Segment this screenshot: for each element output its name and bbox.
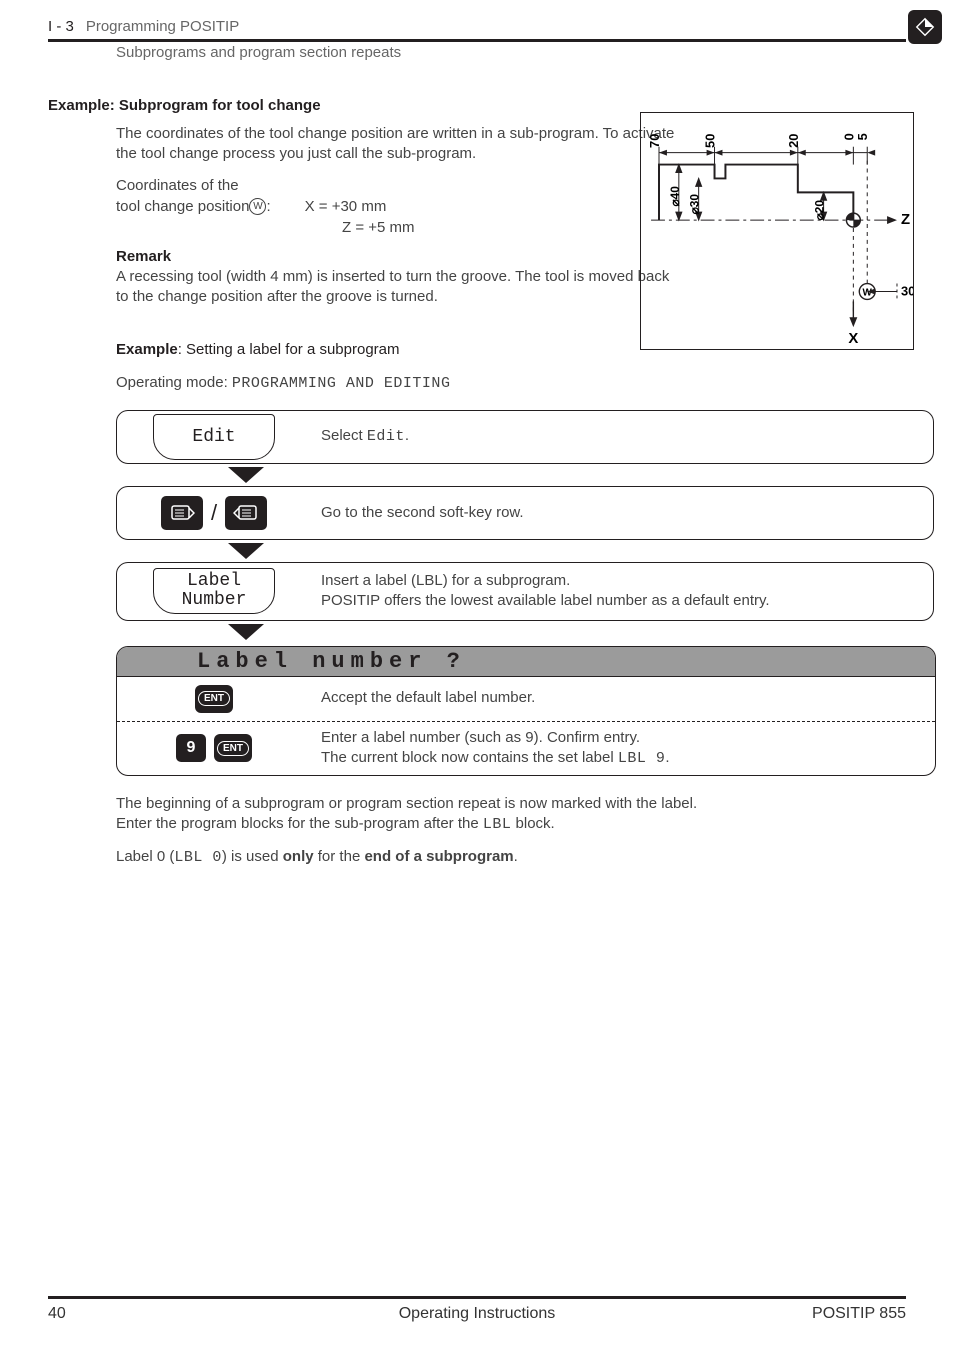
step-row-label: Label Number Insert a label (LBL) for a … [116,562,934,621]
after1-mono: LBL [483,816,512,833]
step-page-desc: Go to the second soft-key row. [311,495,933,531]
flow-arrow-icon [228,543,264,559]
after1-a: The beginning of a subprogram or program… [116,795,697,832]
prompt-panel: Label number ? ENT Accept the default la… [116,646,936,777]
after2-mono: LBL 0 [174,849,222,866]
svg-text:5: 5 [855,133,870,140]
page-flip-icon [908,10,942,44]
header-rule [48,39,906,42]
svg-text:20: 20 [786,134,801,148]
svg-text:30: 30 [901,283,913,298]
page-left-key[interactable] [161,496,203,530]
after2-b: ) is used [222,848,283,865]
footer-page-number: 40 [48,1305,66,1323]
prompt-row-alt: 9 ENT Enter a label number (such as 9). … [117,721,935,776]
step-row-page: / Go to the second soft-key row. [116,486,934,540]
coords-x: X = +30 mm [305,196,387,217]
edit-desc-pre: Select [321,427,367,444]
label-desc-l1: Insert a label (LBL) for a subprogram. [321,571,913,591]
coords-z: Z = +5 mm [342,219,415,236]
softkey-edit[interactable]: Edit [153,414,275,460]
softkey-label-l1: Label [187,572,241,591]
row2-l2-pre: The current block now contains the set l… [321,749,618,766]
after2-c: for the [314,848,365,865]
footer-rule [48,1296,906,1299]
page-right-key[interactable] [225,496,267,530]
svg-text:⌀40: ⌀40 [668,186,682,207]
technical-diagram: 70 50 20 0 5 [640,112,914,350]
svg-text:⌀20: ⌀20 [813,200,827,221]
edit-desc-post: . [405,427,409,444]
edit-desc-mono: Edit [367,428,405,445]
header-subtitle: Subprograms and program section repeats [116,44,906,61]
softkey-label-l2: Number [182,591,247,610]
w-circle-icon: W [249,198,266,215]
softkey-label-number[interactable]: Label Number [153,568,275,614]
after1-b: block. [511,815,554,832]
step-row-edit: Edit Select Edit. [116,410,934,464]
flow-arrow-icon [228,467,264,483]
example2-rest: : Setting a label for a subprogram [178,341,400,358]
footer-center: Operating Instructions [399,1305,556,1323]
opmode-pre: Operating mode: [116,374,232,391]
header-section: I - 3 [48,18,74,35]
numeric-key-9[interactable]: 9 [176,734,206,762]
svg-text:70: 70 [647,134,662,148]
remark-paragraph: A recessing tool (width 4 mm) is inserte… [116,267,676,308]
after2-d: . [514,848,518,865]
svg-text:0: 0 [841,133,856,140]
svg-text:W: W [863,287,873,298]
flow-arrow-icon [228,624,264,640]
footer-right: POSITIP 855 [812,1305,906,1323]
example2-bold: Example [116,341,178,358]
row2-l2-mono: LBL 9 [618,750,666,767]
prompt-row1-desc: Accept the default label number. [311,682,935,714]
label-desc-l2: POSITIP offers the lowest available labe… [321,591,913,611]
prompt-header: Label number ? [117,647,935,676]
coords-line2-pre: tool change position [116,196,249,217]
step-label-desc: Insert a label (LBL) for a subprogram. P… [311,563,933,620]
svg-text:Z: Z [901,212,910,228]
after2-bold1: only [283,848,314,865]
after-paragraph-2: Label 0 (LBL 0) is used only for the end… [116,848,906,866]
row2-l2-post: . [665,749,669,766]
row2-l1: Enter a label number (such as 9). Confir… [321,728,915,748]
intro-paragraph: The coordinates of the tool change posit… [116,124,676,165]
ent-key[interactable]: ENT [214,734,252,762]
header-title: Programming POSITIP [86,18,239,35]
operating-mode-line: Operating mode: PROGRAMMING AND EDITING [116,374,906,392]
prompt-row-accept: ENT Accept the default label number. [117,676,935,721]
svg-text:⌀30: ⌀30 [688,194,702,215]
after-paragraph-1: The beginning of a subprogram or program… [116,794,736,836]
step-edit-desc: Select Edit. [311,418,933,455]
ent-key[interactable]: ENT [195,685,233,713]
after2-a: Label 0 ( [116,848,174,865]
page-slash: / [211,500,217,526]
after2-bold2: end of a subprogram [364,848,513,865]
coords-line2-post: : [266,196,270,217]
svg-text:X: X [848,331,858,347]
svg-text:50: 50 [703,134,718,148]
prompt-row2-desc: Enter a label number (such as 9). Confir… [311,722,935,776]
opmode-value: PROGRAMMING AND EDITING [232,375,451,392]
